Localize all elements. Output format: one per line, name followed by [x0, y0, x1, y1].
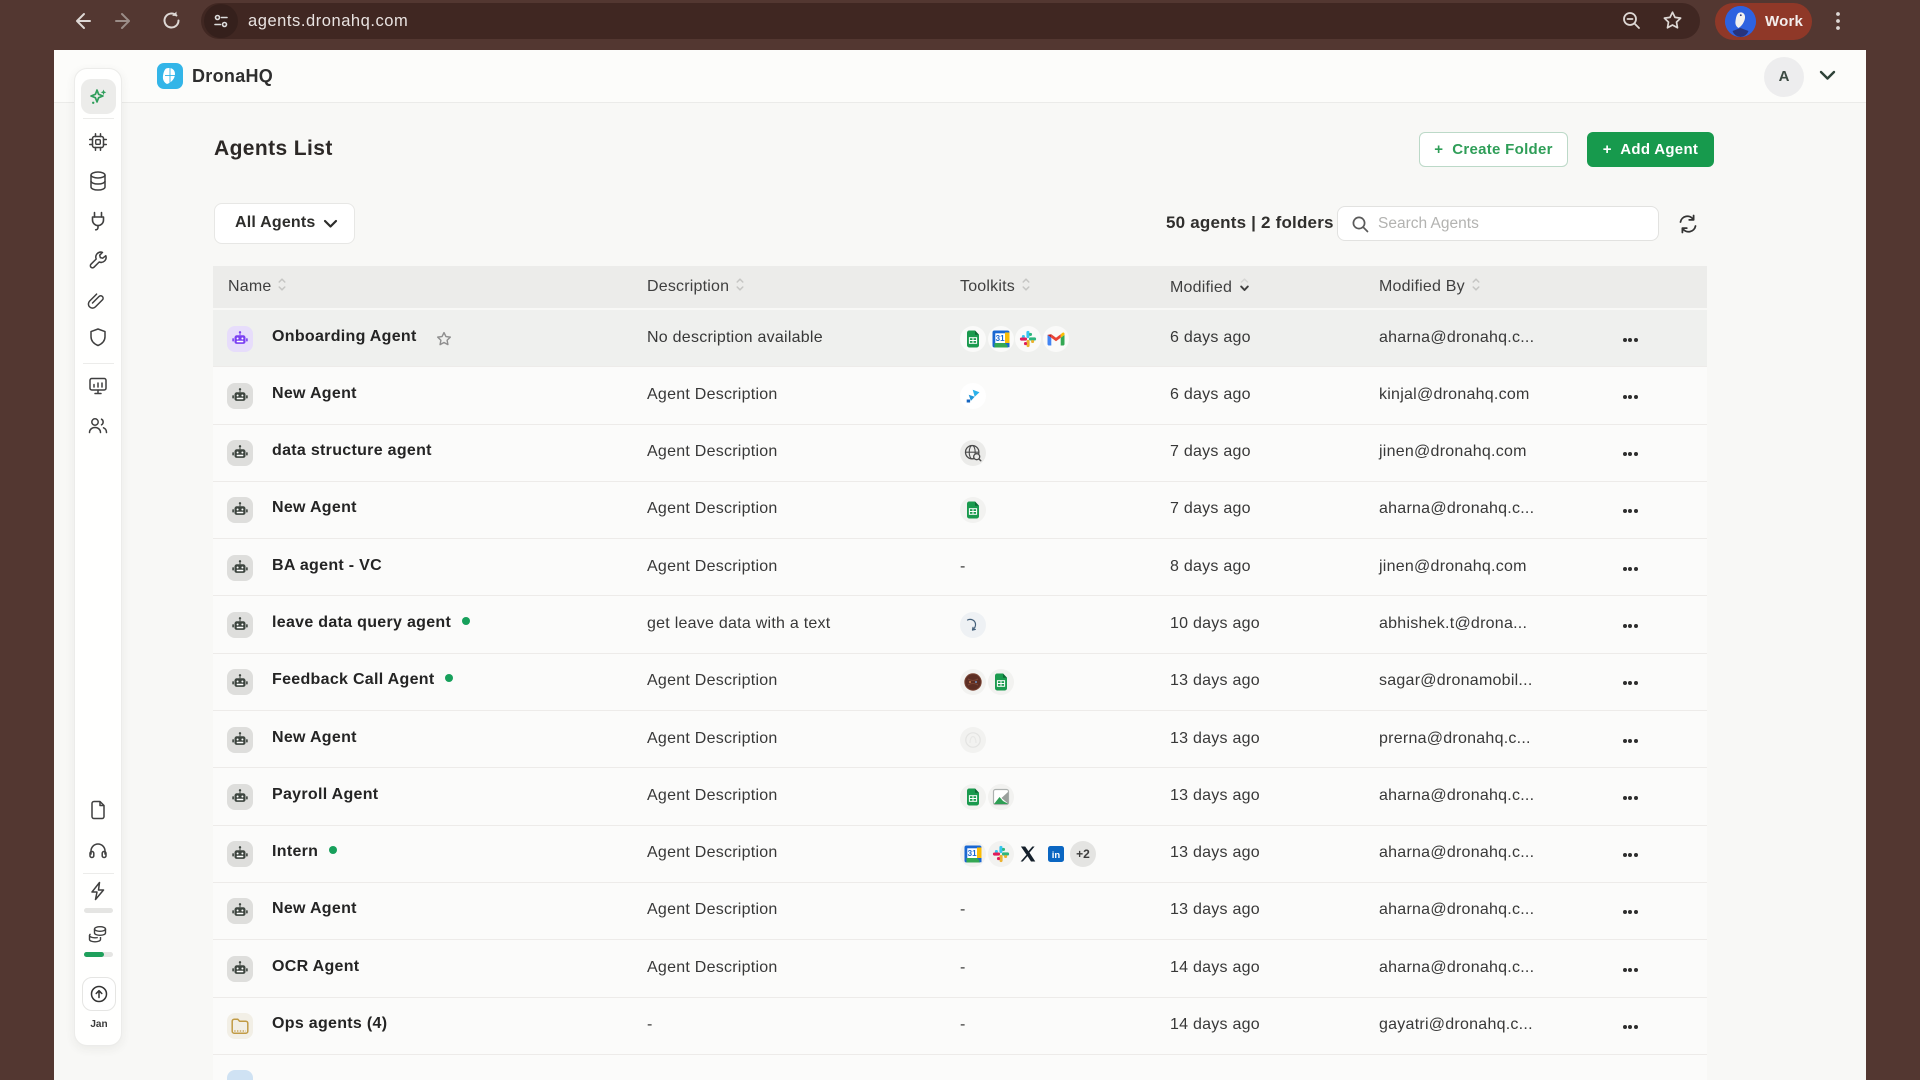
svg-text:31: 31	[995, 333, 1004, 342]
svg-text:31: 31	[968, 849, 977, 858]
svg-text:in: in	[1051, 850, 1060, 861]
